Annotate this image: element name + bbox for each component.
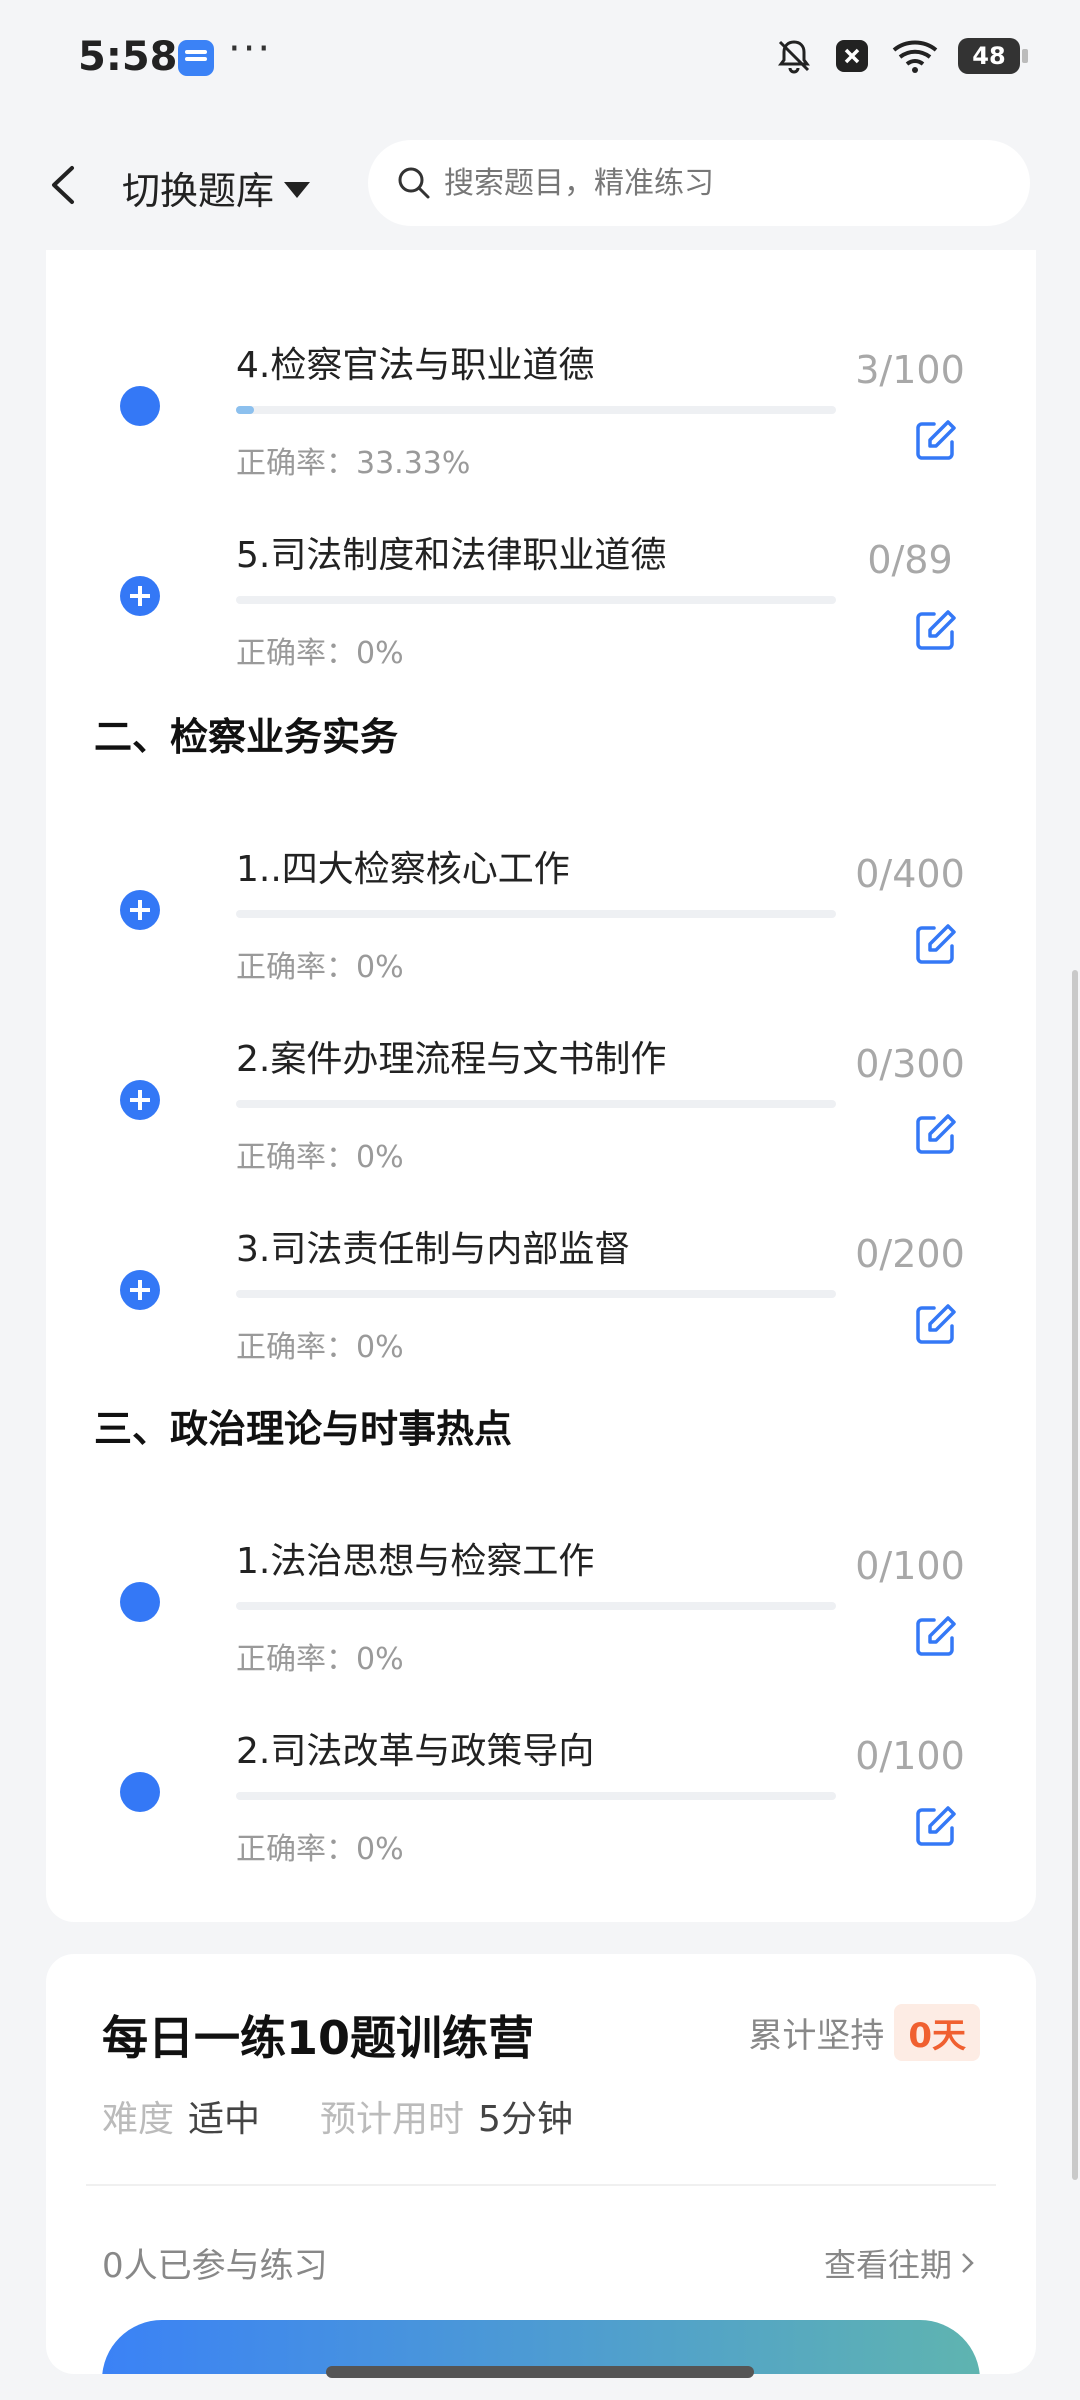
dot-icon xyxy=(120,1582,160,1622)
question-count: 0/100 xyxy=(855,1734,965,1778)
chevron-right-icon xyxy=(962,2253,974,2273)
chapter-item[interactable]: 2.司法改革与政策导向正确率：0% 0/100 xyxy=(0,1700,1080,1880)
chapter-item[interactable]: 4.检察官法与职业道德正确率：33.33% 3/100 xyxy=(0,314,1080,494)
edit-practice-icon[interactable] xyxy=(914,1614,958,1658)
battery-icon: 48 xyxy=(958,38,1028,74)
accuracy-rate: 正确率：0% xyxy=(236,1642,404,1677)
chapter-title: 3.司法责任制与内部监督 xyxy=(236,1229,631,1270)
top-header: 切换题库 xyxy=(0,120,1080,250)
edit-practice-icon[interactable] xyxy=(914,1302,958,1346)
wifi-icon xyxy=(892,40,938,73)
time-info: 预计用时 5分钟 xyxy=(320,2099,573,2140)
edit-practice-icon[interactable] xyxy=(914,1112,958,1156)
expand-plus-icon[interactable] xyxy=(120,1080,160,1120)
expand-plus-icon[interactable] xyxy=(120,890,160,930)
section-title: 二、检察业务实务 xyxy=(94,706,398,767)
chapter-item[interactable]: 1.法治思想与检察工作正确率：0% 0/100 xyxy=(0,1510,1080,1690)
accuracy-rate: 正确率：0% xyxy=(236,1140,404,1175)
expand-plus-icon[interactable] xyxy=(120,576,160,616)
close-box-icon xyxy=(836,40,868,72)
more-notifications-icon: ··· xyxy=(228,26,273,72)
question-count: 0/100 xyxy=(855,1544,965,1588)
edit-practice-icon[interactable] xyxy=(914,608,958,652)
edit-practice-icon[interactable] xyxy=(914,418,958,462)
app-notification-icon xyxy=(178,40,214,76)
search-icon xyxy=(398,167,430,199)
chapter-title: 4.检察官法与职业道德 xyxy=(236,345,595,386)
difficulty-info: 难度 适中 xyxy=(102,2099,261,2140)
persist-badge: 0天 xyxy=(894,2004,980,2061)
view-history-link[interactable]: 查看往期 xyxy=(824,2240,976,2286)
chapter-title: 5.司法制度和法律职业道德 xyxy=(236,535,667,576)
daily-training-card[interactable]: 每日一练10题训练营 累计坚持 0天 难度 适中 预计用时 5分钟 0人已参与练习 … xyxy=(46,1954,1036,2374)
switch-bank-dropdown[interactable]: 切换题库 xyxy=(122,160,311,215)
chapter-title: 1.法治思想与检察工作 xyxy=(236,1541,595,1582)
accuracy-rate: 正确率：0% xyxy=(236,1832,404,1867)
accuracy-rate: 正确率：0% xyxy=(236,1330,404,1365)
accuracy-rate: 正确率：0% xyxy=(236,950,404,985)
section-title: 三、政治理论与时事热点 xyxy=(94,1398,512,1459)
bell-muted-icon xyxy=(778,40,810,74)
search-bar[interactable] xyxy=(368,140,1030,226)
progress-bar xyxy=(236,1602,836,1610)
progress-bar xyxy=(236,1792,836,1800)
home-indicator[interactable] xyxy=(326,2366,754,2378)
question-count: 0/300 xyxy=(855,1042,965,1086)
back-arrow-icon[interactable] xyxy=(44,162,84,208)
divider xyxy=(86,2184,996,2186)
status-time: 5:58 xyxy=(78,34,178,80)
training-meta: 难度 适中 预计用时 5分钟 xyxy=(102,2090,573,2142)
chapter-title: 2.案件办理流程与文书制作 xyxy=(236,1039,667,1080)
expand-plus-icon[interactable] xyxy=(120,1270,160,1310)
chapter-item[interactable]: 5.司法制度和法律职业道德正确率：0% 0/89 xyxy=(0,504,1080,684)
progress-bar xyxy=(236,1100,836,1108)
chapter-item[interactable]: 1..四大检察核心工作正确率：0% 0/400 xyxy=(0,818,1080,998)
progress-bar xyxy=(236,1290,836,1298)
dot-icon xyxy=(120,1772,160,1812)
caret-down-icon xyxy=(284,181,311,198)
chapter-item[interactable]: 3.司法责任制与内部监督正确率：0% 0/200 xyxy=(0,1198,1080,1378)
chapter-item[interactable]: 2.案件办理流程与文书制作正确率：0% 0/300 xyxy=(0,1008,1080,1188)
question-count: 0/400 xyxy=(855,852,965,896)
status-bar: 5:58 ··· 48 xyxy=(0,0,1080,120)
question-count: 3/100 xyxy=(855,348,965,392)
dot-icon xyxy=(120,386,160,426)
progress-bar xyxy=(236,596,836,604)
chapter-title: 1..四大检察核心工作 xyxy=(236,849,570,890)
progress-bar xyxy=(236,910,836,918)
question-count: 0/89 xyxy=(867,538,953,582)
chapter-title: 2.司法改革与政策导向 xyxy=(236,1731,595,1772)
search-input[interactable] xyxy=(442,164,986,202)
progress-bar xyxy=(236,406,836,414)
persist-days: 累计坚持 0天 xyxy=(748,2004,980,2061)
scrollbar[interactable] xyxy=(1072,970,1078,2180)
edit-practice-icon[interactable] xyxy=(914,1804,958,1848)
accuracy-rate: 正确率：33.33% xyxy=(236,446,471,481)
participants-count: 0人已参与练习 xyxy=(102,2246,328,2286)
switch-bank-label: 切换题库 xyxy=(122,169,275,213)
question-count: 0/200 xyxy=(855,1232,965,1276)
accuracy-rate: 正确率：0% xyxy=(236,636,404,671)
persist-label: 累计坚持 xyxy=(748,2016,885,2056)
training-title: 每日一练10题训练营 xyxy=(102,2011,535,2065)
edit-practice-icon[interactable] xyxy=(914,922,958,966)
